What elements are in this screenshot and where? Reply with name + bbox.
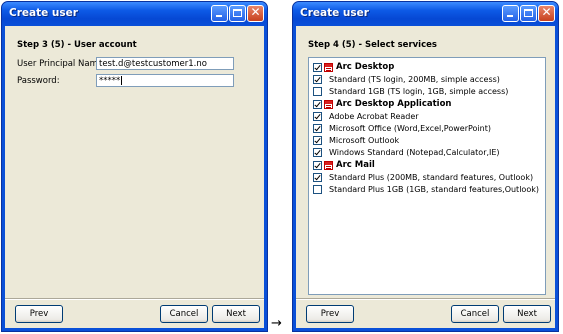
app-list-icon (324, 160, 333, 170)
checkbox-icon[interactable] (313, 185, 322, 194)
service-category-label: Arc Desktop (336, 62, 395, 72)
step-heading: Step 3 (5) - User account (17, 40, 137, 50)
cancel-button[interactable]: Cancel (451, 305, 499, 323)
services-list[interactable]: Arc Desktop Standard (TS login, 200MB, si… (308, 57, 546, 295)
close-icon: ✕ (250, 5, 261, 19)
app-list-icon (324, 99, 333, 109)
minimize-button[interactable] (211, 5, 228, 22)
minimize-button[interactable] (502, 5, 519, 22)
checkbox-icon[interactable] (313, 172, 322, 182)
upn-value: test.d@testcustomer1.no (99, 59, 207, 69)
window-title: Create user (300, 7, 369, 19)
service-category-label: Arc Mail (336, 159, 375, 170)
maximize-icon (233, 9, 242, 17)
window-client-area: Step 3 (5) - User account User Principal… (5, 26, 264, 328)
service-category-label: Arc Desktop Application (336, 98, 452, 109)
checkbox-icon[interactable] (313, 99, 322, 109)
step-heading: Step 4 (5) - Select services (308, 40, 437, 50)
checkbox-icon[interactable] (313, 136, 322, 146)
minimize-icon (216, 15, 222, 17)
create-user-window-step3: Create user ✕ Step 3 (5) - User account … (1, 1, 268, 332)
upn-label: User Principal Name: (17, 59, 106, 69)
minimize-icon (507, 15, 513, 17)
title-bar[interactable]: Create user ✕ (293, 2, 558, 26)
maximize-button[interactable] (229, 5, 246, 22)
title-bar[interactable]: Create user ✕ (2, 2, 267, 26)
checkbox-icon[interactable] (313, 75, 322, 85)
checkbox-icon[interactable] (313, 160, 322, 170)
service-item-label: Adobe Acrobat Reader (329, 111, 419, 121)
window-title: Create user (9, 7, 78, 19)
checkbox-icon[interactable] (313, 111, 322, 121)
window-client-area: Step 4 (5) - Select services Arc Desktop… (296, 26, 555, 328)
next-button[interactable]: Next (503, 305, 551, 323)
close-button[interactable]: ✕ (538, 5, 555, 22)
right-arrow-icon: → (271, 316, 282, 331)
app-list-icon (324, 63, 333, 72)
service-item-label: Standard (TS login, 200MB, simple access… (329, 75, 500, 85)
service-item-label: Windows Standard (Notepad,Calculator,IE) (329, 148, 500, 158)
service-item-label: Microsoft Outlook (329, 136, 400, 146)
button-bar: Prev Cancel Next (296, 298, 555, 328)
prev-button[interactable]: Prev (306, 305, 354, 323)
text-caret (121, 76, 123, 85)
button-bar: Prev Cancel Next (5, 298, 264, 328)
service-item-label: Standard Plus (200MB, standard features,… (329, 172, 534, 182)
password-value: ***** (99, 76, 121, 86)
next-button[interactable]: Next (212, 305, 260, 323)
divider (5, 298, 264, 299)
divider (296, 298, 555, 299)
checkbox-icon[interactable] (313, 124, 322, 133)
service-item-label: Standard 1GB (TS login, 1GB, simple acce… (329, 87, 509, 97)
upn-input[interactable]: test.d@testcustomer1.no (96, 57, 234, 70)
password-label: Password: (17, 76, 60, 86)
checkbox-icon[interactable] (313, 63, 322, 72)
checkbox-icon[interactable] (313, 87, 322, 97)
maximize-icon (524, 9, 533, 17)
maximize-button[interactable] (520, 5, 537, 22)
service-item-label: Standard Plus 1GB (1GB, standard feature… (329, 185, 539, 194)
prev-button[interactable]: Prev (15, 305, 63, 323)
service-item-label: Microsoft Office (Word,Excel,PowerPoint) (329, 124, 491, 133)
close-icon: ✕ (541, 5, 552, 19)
checkbox-icon[interactable] (313, 148, 322, 158)
password-input[interactable]: ***** (96, 74, 234, 87)
close-button[interactable]: ✕ (247, 5, 264, 22)
create-user-window-step4: Create user ✕ Step 4 (5) - Select servic… (292, 1, 559, 332)
cancel-button[interactable]: Cancel (160, 305, 208, 323)
